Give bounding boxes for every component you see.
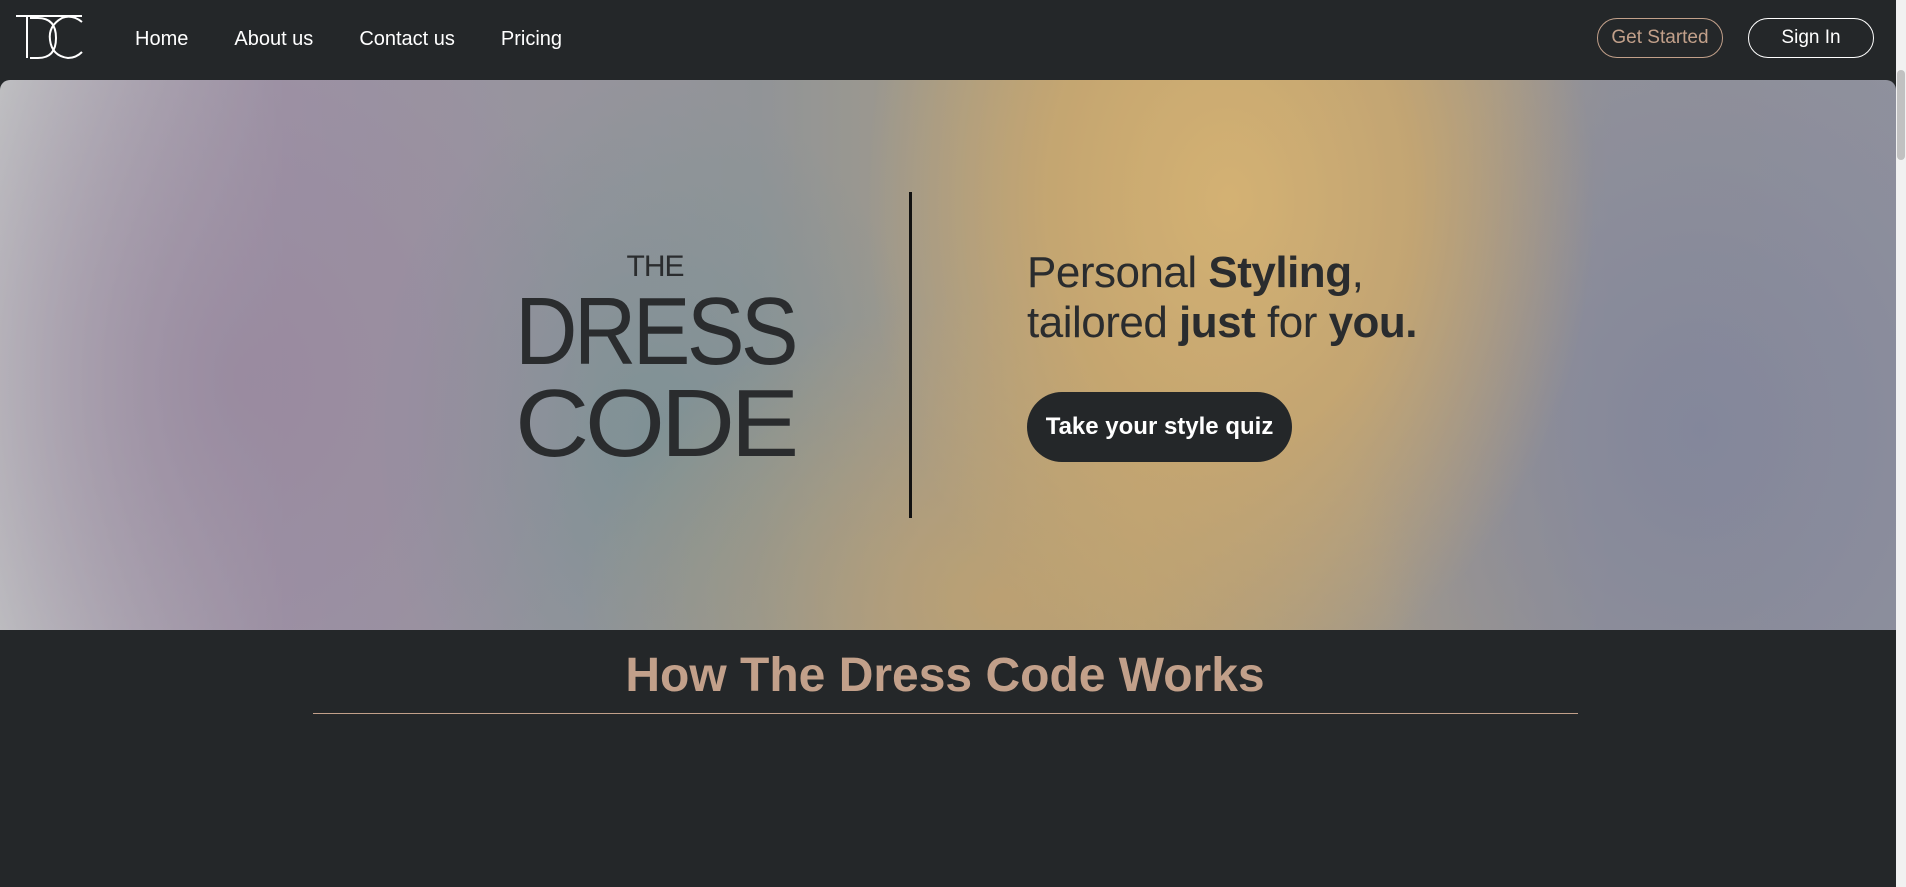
nav-links: Home About us Contact us Pricing	[135, 0, 608, 78]
hero-tagline: Personal Styling, tailored just for you.	[1027, 248, 1418, 348]
tagline-bold-you: you.	[1328, 298, 1418, 347]
section-divider	[313, 713, 1578, 714]
brand-logo-dress: DRESS	[515, 278, 795, 385]
nav-link-home[interactable]: Home	[135, 28, 188, 51]
tdc-logo[interactable]	[16, 12, 84, 62]
dress-code-brand-logo: THE DRESS CODE	[515, 250, 799, 470]
get-started-button[interactable]: Get Started	[1597, 18, 1723, 58]
page-scrollbar[interactable]	[1896, 0, 1906, 887]
tagline-part: tailored	[1027, 298, 1180, 347]
nav-link-pricing[interactable]: Pricing	[501, 28, 562, 51]
tagline-bold-styling: Styling	[1208, 248, 1352, 297]
hero-background-image	[0, 80, 1896, 630]
top-navbar: Home About us Contact us Pricing Get Sta…	[0, 0, 1906, 80]
hero-banner: THE DRESS CODE Personal Styling, tailore…	[0, 80, 1896, 630]
how-it-works-heading: How The Dress Code Works	[625, 649, 1265, 702]
style-quiz-button[interactable]: Take your style quiz	[1027, 392, 1292, 462]
tagline-part: for	[1255, 298, 1329, 347]
hero-divider	[909, 192, 912, 518]
tagline-part: Personal	[1027, 248, 1209, 297]
tagline-bold-just: just	[1179, 298, 1256, 347]
brand-logo-code: CODE	[515, 370, 795, 470]
scrollbar-thumb[interactable]	[1897, 70, 1905, 160]
sign-in-button[interactable]: Sign In	[1748, 18, 1874, 58]
tdc-logo-icon	[16, 15, 83, 60]
nav-link-contact-us[interactable]: Contact us	[359, 28, 455, 51]
nav-link-about-us[interactable]: About us	[234, 28, 313, 51]
tagline-part: ,	[1351, 248, 1364, 297]
